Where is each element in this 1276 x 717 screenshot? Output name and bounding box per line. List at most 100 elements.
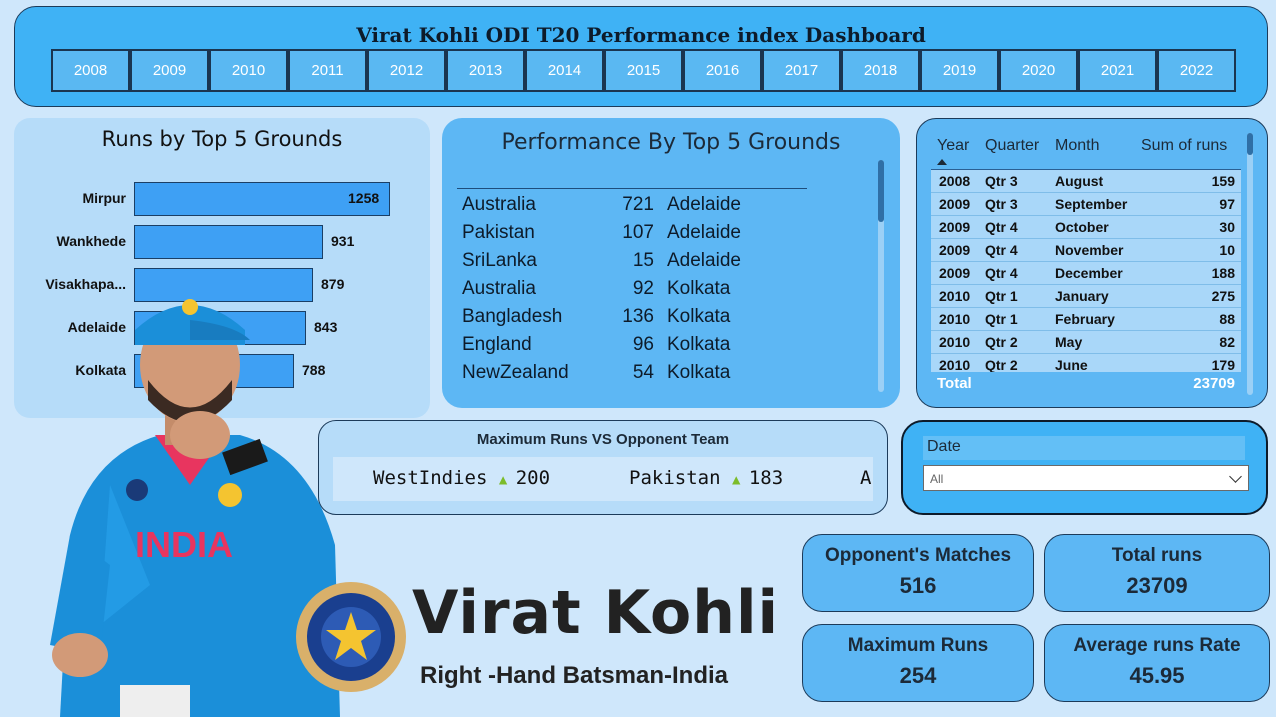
table-row[interactable]: 2010 Qtr 2 May 82: [931, 331, 1241, 354]
ground-cell: Adelaide: [667, 222, 741, 243]
sum-cell: 179: [1211, 357, 1235, 372]
column-header-year[interactable]: Year: [937, 137, 969, 155]
kpi-value: 45.95: [1129, 663, 1185, 688]
kpi-label: Opponent's Matches: [824, 545, 1012, 566]
ticker-value: 183: [748, 467, 784, 489]
year-button-2013[interactable]: 2013: [446, 49, 525, 92]
kpi-maximum-runs: Maximum Runs 254: [802, 624, 1034, 702]
year-button-2018[interactable]: 2018: [841, 49, 920, 92]
year-button-2016[interactable]: 2016: [683, 49, 762, 92]
sum-cell: 159: [1211, 173, 1235, 189]
month-cell: May: [1055, 334, 1083, 350]
performance-divider: [457, 188, 807, 189]
quarter-cell: Qtr 2: [985, 334, 1018, 350]
table-row[interactable]: 2009 Qtr 3 September 97: [931, 193, 1241, 216]
quarter-cell: Qtr 4: [985, 219, 1018, 235]
year-button-2012[interactable]: 2012: [367, 49, 446, 92]
month-cell: September: [1055, 196, 1128, 212]
sum-cell: 275: [1211, 288, 1235, 304]
performance-scrollbar[interactable]: [878, 160, 884, 392]
month-cell: February: [1055, 311, 1115, 327]
month-cell: October: [1055, 219, 1109, 235]
table-row[interactable]: 2009 Qtr 4 December 188: [931, 262, 1241, 285]
ticker-item: WestIndies ▲ 200: [373, 467, 550, 489]
table-row[interactable]: 2009 Qtr 4 October 30: [931, 216, 1241, 239]
chevron-down-icon[interactable]: [1229, 470, 1242, 483]
performance-title: Performance By Top 5 Grounds: [501, 130, 841, 155]
opponent-cell: Australia: [462, 194, 536, 215]
kpi-value: 254: [899, 663, 937, 688]
kpi-label: Maximum Runs: [847, 635, 989, 656]
runs-cell: 92: [632, 278, 654, 299]
table-total-row: Total 23709: [937, 375, 1237, 392]
opponent-cell: Bangladesh: [462, 306, 563, 327]
year-button-2022[interactable]: 2022: [1157, 49, 1236, 92]
year-cell: 2008: [939, 173, 971, 189]
date-slicer-label: Date: [923, 436, 1245, 460]
ticker-team: Pakistan: [629, 467, 721, 489]
runs-cell: 136: [622, 306, 654, 327]
ground-cell: Kolkata: [667, 278, 731, 299]
table-scrollbar[interactable]: [1247, 133, 1253, 395]
month-cell: November: [1055, 242, 1124, 258]
date-slicer: Date All: [901, 420, 1268, 515]
player-name: Virat Kohli: [412, 578, 780, 648]
scrollbar-thumb[interactable]: [1247, 133, 1253, 155]
total-value: 23709: [1193, 375, 1235, 392]
year-cell: 2010: [939, 311, 971, 327]
date-dropdown[interactable]: All: [923, 465, 1249, 491]
table-row[interactable]: 2008 Qtr 3 August 159: [931, 170, 1241, 193]
quarter-cell: Qtr 4: [985, 265, 1018, 281]
year-button-2021[interactable]: 2021: [1078, 49, 1157, 92]
year-cell: 2009: [939, 219, 971, 235]
opponent-cell: Pakistan: [462, 222, 535, 243]
bar-row[interactable]: Mirpur 1258: [14, 182, 430, 216]
performance-by-grounds-card[interactable]: Performance By Top 5 Grounds Australia 72…: [442, 118, 900, 408]
runs-cell: 96: [632, 334, 654, 355]
kpi-total-runs: Total runs 23709: [1044, 534, 1270, 612]
ticker-item: A: [860, 467, 871, 489]
quarter-cell: Qtr 3: [985, 196, 1018, 212]
opponent-cell: NewZealand: [462, 362, 569, 383]
runs-by-date-table[interactable]: Year Quarter Month Sum of runs 2008 Qtr 3…: [916, 118, 1268, 408]
year-button-2015[interactable]: 2015: [604, 49, 683, 92]
bar-label: Mirpur: [82, 190, 126, 206]
column-header-quarter[interactable]: Quarter: [985, 137, 1039, 155]
date-dropdown-value: All: [930, 472, 944, 486]
year-button-2020[interactable]: 2020: [999, 49, 1078, 92]
year-button-2011[interactable]: 2011: [288, 49, 367, 92]
table-row[interactable]: 2009 Qtr 4 November 10: [931, 239, 1241, 262]
table-row[interactable]: 2010 Qtr 2 June 179: [931, 354, 1241, 372]
year-button-2014[interactable]: 2014: [525, 49, 604, 92]
year-button-2019[interactable]: 2019: [920, 49, 999, 92]
quarter-cell: Qtr 3: [985, 173, 1018, 189]
kpi-label: Average runs Rate: [1073, 635, 1241, 656]
year-button-2009[interactable]: 2009: [130, 49, 209, 92]
year-button-2017[interactable]: 2017: [762, 49, 841, 92]
bar-row[interactable]: Wankhede 931: [14, 225, 430, 259]
runs-cell: 107: [622, 222, 654, 243]
quarter-cell: Qtr 1: [985, 288, 1018, 304]
bar-value-label: 931: [331, 233, 355, 249]
year-cell: 2009: [939, 265, 971, 281]
year-button-2010[interactable]: 2010: [209, 49, 288, 92]
scrollbar-thumb[interactable]: [878, 160, 884, 222]
quarter-cell: Qtr 2: [985, 357, 1018, 372]
sort-ascending-icon[interactable]: [937, 159, 947, 165]
player-role: Right -Hand Batsman-India: [420, 662, 729, 689]
quarter-cell: Qtr 1: [985, 311, 1018, 327]
runs-cell: 15: [632, 250, 654, 271]
sum-cell: 97: [1219, 196, 1235, 212]
bar[interactable]: [134, 225, 323, 259]
sum-cell: 88: [1219, 311, 1235, 327]
column-header-month[interactable]: Month: [1055, 137, 1099, 155]
table-body: 2008 Qtr 3 August 159 2009 Qtr 3 September 97 20…: [931, 169, 1241, 372]
table-row[interactable]: 2010 Qtr 1 January 275: [931, 285, 1241, 308]
table-row[interactable]: 2010 Qtr 1 February 88: [931, 308, 1241, 331]
total-label: Total: [937, 375, 972, 392]
sum-cell: 188: [1211, 265, 1235, 281]
year-button-2008[interactable]: 2008: [51, 49, 130, 92]
opponent-cell: England: [462, 334, 532, 355]
column-header-sum[interactable]: Sum of runs: [1141, 137, 1227, 155]
kpi-value: 23709: [1126, 573, 1188, 598]
